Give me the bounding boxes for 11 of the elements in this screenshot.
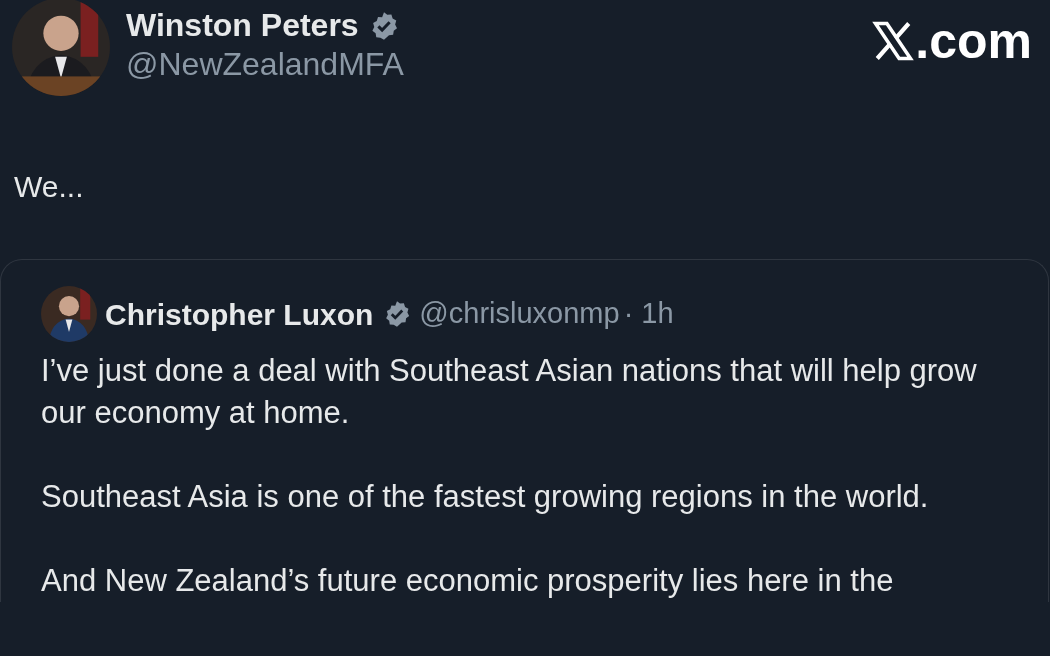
post-paragraph: And New Zealand’s future economic prosperity lies here in the	[41, 562, 895, 600]
author-handle: @chrisluxonmp	[419, 296, 620, 332]
logo-icon	[871, 20, 916, 62]
author-name: Winston Peters	[126, 8, 359, 44]
post-text: We...	[14, 169, 85, 205]
post-paragraph: I’ve just done a deal with Southeast Asian nations that will help grow our economy at home.	[41, 352, 978, 432]
post-paragraph: Southeast Asia is one of the fastest growing regions in the world.	[41, 478, 930, 516]
author-handle: @NewZealandMFA	[126, 47, 404, 83]
author-name: Christopher Luxon	[105, 296, 374, 333]
post-time: · 1h	[623, 296, 674, 332]
site-name: .com	[915, 16, 1032, 66]
